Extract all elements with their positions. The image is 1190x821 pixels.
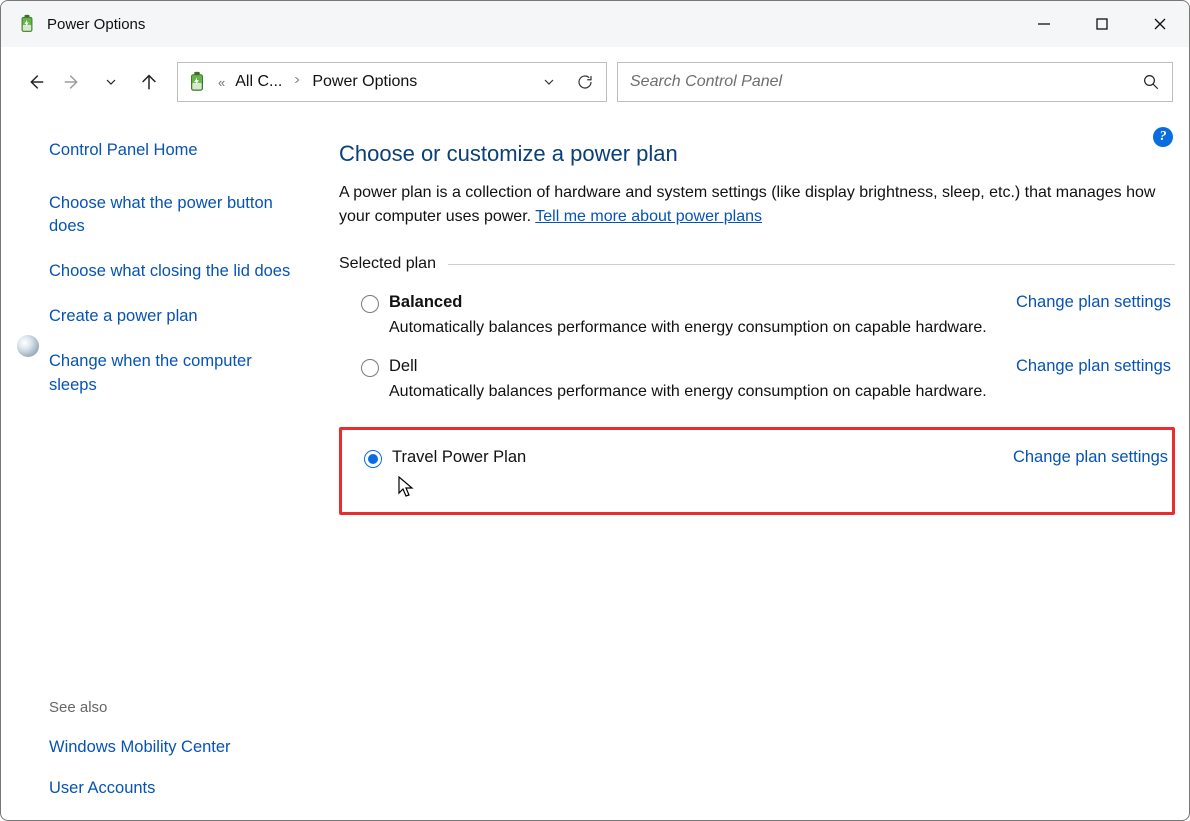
address-bar[interactable]: « All C... Power Options [177, 62, 607, 102]
learn-more-link[interactable]: Tell me more about power plans [535, 208, 762, 225]
section-label-text: Selected plan [339, 255, 436, 273]
minimize-button[interactable] [1015, 1, 1073, 47]
help-button[interactable]: ? [1153, 127, 1173, 147]
page-heading: Choose or customize a power plan [339, 141, 1175, 167]
power-orb-icon [17, 335, 39, 357]
radio-dell[interactable] [361, 359, 379, 377]
power-options-icon [17, 14, 37, 34]
address-dropdown[interactable] [536, 69, 562, 95]
main-content: Choose or customize a power plan A power… [321, 117, 1189, 820]
change-settings-link[interactable]: Change plan settings [1016, 293, 1171, 312]
sidebar: Control Panel Home Choose what the power… [1, 117, 321, 820]
plan-description: Automatically balances performance with … [389, 319, 1171, 337]
breadcrumb-level1[interactable]: All C... [235, 73, 282, 91]
highlighted-plan: Travel Power Plan Change plan settings [339, 427, 1175, 515]
titlebar: Power Options [1, 1, 1189, 47]
sidebar-link-lid[interactable]: Choose what closing the lid does [49, 260, 297, 283]
forward-button[interactable] [59, 68, 87, 96]
section-label: Selected plan [339, 255, 1175, 273]
divider [448, 264, 1175, 265]
see-also: See also Windows Mobility Center User Ac… [49, 699, 231, 800]
plan-name[interactable]: Travel Power Plan [392, 448, 526, 467]
change-settings-link[interactable]: Change plan settings [1013, 448, 1168, 467]
see-also-mobility[interactable]: Windows Mobility Center [49, 736, 231, 759]
breadcrumb-level2[interactable]: Power Options [312, 73, 417, 91]
back-button[interactable] [21, 68, 49, 96]
see-also-title: See also [49, 699, 231, 716]
power-plan-balanced: Balanced Change plan settings Automatica… [339, 287, 1175, 351]
power-plan-dell: Dell Change plan settings Automatically … [339, 351, 1175, 415]
sidebar-link-power-button[interactable]: Choose what the power button does [49, 192, 297, 238]
cursor-icon [398, 476, 416, 503]
sidebar-link-home[interactable]: Control Panel Home [49, 139, 297, 162]
page-description: A power plan is a collection of hardware… [339, 181, 1159, 229]
plan-name[interactable]: Balanced [389, 293, 462, 312]
power-options-icon [186, 71, 208, 93]
search-bar[interactable] [617, 62, 1173, 102]
breadcrumb-overflow-icon[interactable]: « [218, 75, 225, 90]
window-title: Power Options [47, 16, 145, 33]
see-also-accounts[interactable]: User Accounts [49, 777, 231, 800]
recent-dropdown[interactable] [97, 68, 125, 96]
refresh-button[interactable] [572, 69, 598, 95]
radio-travel[interactable] [364, 450, 382, 468]
plan-name[interactable]: Dell [389, 357, 417, 376]
change-settings-link[interactable]: Change plan settings [1016, 357, 1171, 376]
plan-description: Automatically balances performance with … [389, 383, 1171, 401]
search-icon[interactable] [1142, 73, 1160, 91]
maximize-button[interactable] [1073, 1, 1131, 47]
nav-row: « All C... Power Options [1, 47, 1189, 117]
sidebar-link-create-plan[interactable]: Create a power plan [49, 305, 297, 328]
search-input[interactable] [630, 73, 1142, 91]
radio-balanced[interactable] [361, 295, 379, 313]
close-button[interactable] [1131, 1, 1189, 47]
window-buttons [1015, 1, 1189, 47]
chevron-right-icon [292, 73, 302, 92]
up-button[interactable] [135, 68, 163, 96]
sidebar-link-sleep[interactable]: Change when the computer sleeps [49, 350, 297, 396]
power-plan-travel: Travel Power Plan Change plan settings [364, 448, 1168, 468]
